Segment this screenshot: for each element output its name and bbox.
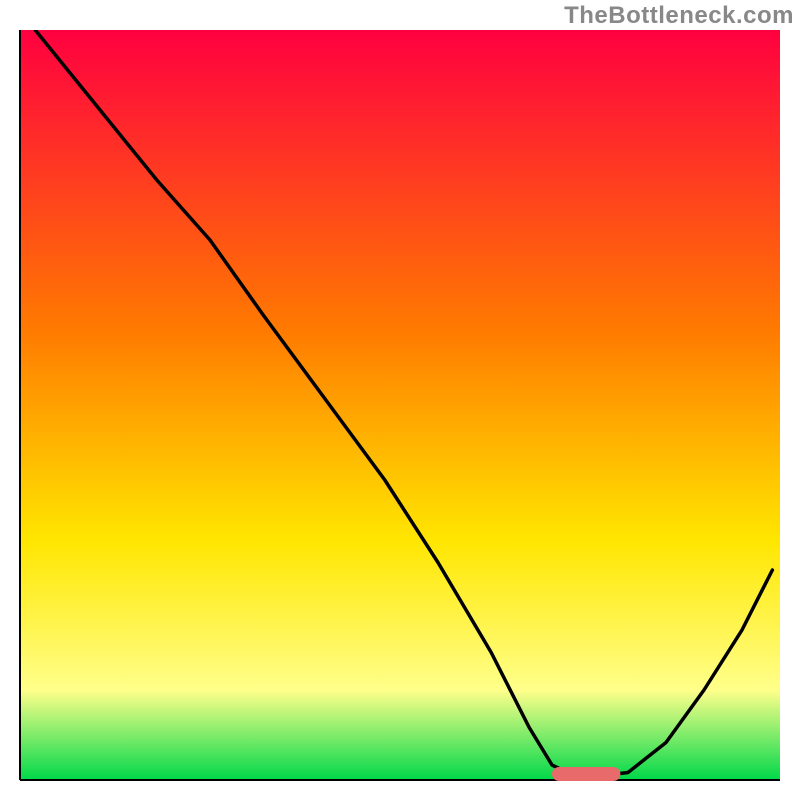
left-margin bbox=[0, 0, 20, 800]
optimum-marker bbox=[552, 767, 620, 781]
bottom-margin bbox=[0, 780, 800, 800]
chart-svg bbox=[0, 0, 800, 800]
plot-background bbox=[20, 30, 780, 780]
bottleneck-chart: TheBottleneck.com bbox=[0, 0, 800, 800]
watermark-text: TheBottleneck.com bbox=[564, 2, 794, 30]
